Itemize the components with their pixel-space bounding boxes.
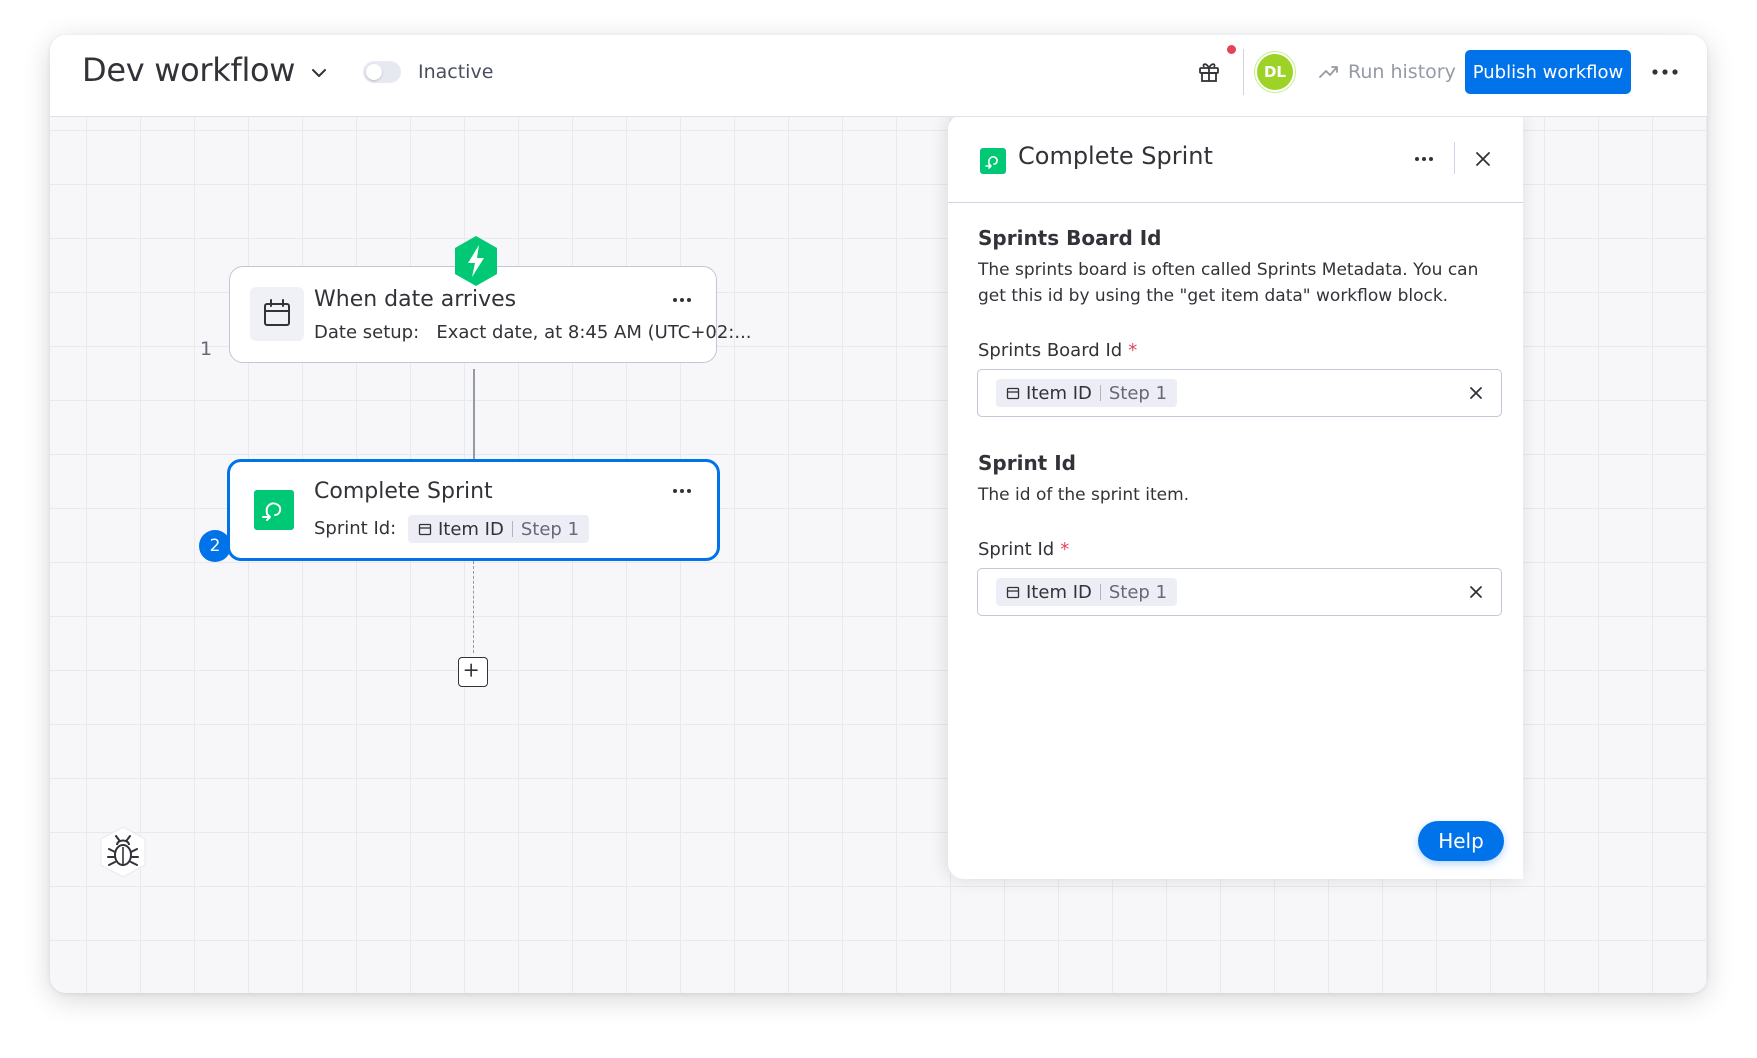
sprint-icon-box bbox=[980, 148, 1006, 174]
notification-dot bbox=[1227, 45, 1236, 54]
step-connector bbox=[473, 369, 475, 459]
step-number: 1 bbox=[200, 338, 213, 360]
field-label-text: Sprint Id bbox=[978, 539, 1055, 560]
header-divider bbox=[1243, 49, 1244, 95]
plus-icon bbox=[464, 663, 478, 677]
section-title: Sprints Board Id bbox=[978, 226, 1162, 250]
workflow-window: Dev workflow Inactive DL Run history Pub… bbox=[50, 35, 1707, 993]
close-icon[interactable] bbox=[1467, 583, 1485, 601]
section-description: The id of the sprint item. bbox=[978, 485, 1190, 505]
workflow-title[interactable]: Dev workflow bbox=[82, 51, 295, 89]
date-setup-value: Exact date, at 8:45 AM (UTC+02:... bbox=[436, 322, 752, 343]
calendar-icon bbox=[264, 299, 290, 326]
sprint-icon bbox=[262, 502, 282, 521]
close-icon[interactable] bbox=[1467, 384, 1485, 402]
date-setup-label: Date setup: bbox=[314, 322, 420, 343]
chip-divider bbox=[1099, 584, 1101, 600]
calendar-icon-box bbox=[250, 287, 304, 341]
trend-icon bbox=[1319, 66, 1338, 78]
more-icon[interactable] bbox=[668, 482, 696, 500]
sprint-id-field[interactable]: Item ID Step 1 bbox=[977, 568, 1502, 616]
field-label: Sprint Id * bbox=[978, 539, 1069, 560]
more-icon[interactable] bbox=[1411, 150, 1437, 168]
calendar-icon bbox=[1006, 387, 1020, 400]
toggle-knob bbox=[366, 64, 382, 80]
chip-divider bbox=[1099, 385, 1101, 401]
section-description: The sprints board is often called Sprint… bbox=[978, 260, 1479, 306]
panel-divider bbox=[1454, 142, 1455, 174]
add-step-button[interactable] bbox=[458, 657, 488, 687]
sprint-icon-box bbox=[254, 490, 294, 530]
item-id-chip[interactable]: Item ID Step 1 bbox=[407, 515, 590, 543]
sprint-card-detail: Sprint Id: Item ID Step 1 bbox=[314, 515, 590, 543]
more-icon[interactable] bbox=[668, 291, 696, 309]
sprints-board-id-field[interactable]: Item ID Step 1 bbox=[977, 369, 1502, 417]
close-icon[interactable] bbox=[1472, 148, 1494, 170]
chip-label: Item ID bbox=[437, 518, 504, 540]
panel-title: Complete Sprint bbox=[1018, 142, 1213, 170]
help-button[interactable]: Help bbox=[1418, 821, 1504, 861]
chip-label: Item ID bbox=[1026, 581, 1092, 603]
bug-icon[interactable] bbox=[97, 825, 149, 879]
gift-icon[interactable] bbox=[1196, 59, 1222, 85]
item-id-chip[interactable]: Item ID Step 1 bbox=[996, 379, 1178, 407]
item-id-chip[interactable]: Item ID Step 1 bbox=[996, 578, 1178, 606]
required-mark: * bbox=[1060, 539, 1070, 560]
chip-divider bbox=[511, 521, 513, 537]
step-settings-panel: Complete Sprint Sprints Board Id The spr… bbox=[948, 114, 1523, 879]
calendar-icon bbox=[418, 523, 432, 536]
avatar[interactable]: DL bbox=[1257, 54, 1293, 90]
top-header: Dev workflow Inactive DL Run history Pub… bbox=[50, 35, 1707, 117]
sprint-icon bbox=[985, 156, 998, 169]
add-step-connector bbox=[473, 561, 474, 653]
calendar-icon bbox=[1006, 586, 1020, 599]
trigger-title: When date arrives bbox=[314, 287, 517, 312]
complete-sprint-card[interactable]: Complete Sprint Sprint Id: Item ID Step … bbox=[227, 459, 720, 561]
field-label: Sprints Board Id * bbox=[978, 340, 1137, 361]
active-toggle[interactable] bbox=[363, 61, 401, 83]
chip-step: Step 1 bbox=[1108, 382, 1168, 404]
trigger-detail: Date setup: Exact date, at 8:45 AM (UTC+… bbox=[314, 322, 752, 343]
publish-workflow-button[interactable]: Publish workflow bbox=[1465, 50, 1631, 94]
run-history-label: Run history bbox=[1348, 61, 1456, 83]
chevron-down-icon[interactable] bbox=[308, 62, 330, 84]
chip-step: Step 1 bbox=[520, 518, 580, 540]
chip-step: Step 1 bbox=[1108, 581, 1168, 603]
status-label: Inactive bbox=[418, 61, 494, 83]
run-history-button[interactable]: Run history bbox=[1318, 57, 1456, 87]
sprint-id-label: Sprint Id: bbox=[314, 518, 397, 539]
chip-label: Item ID bbox=[1026, 382, 1092, 404]
more-icon[interactable] bbox=[1648, 59, 1682, 85]
required-mark: * bbox=[1128, 340, 1138, 361]
section-title: Sprint Id bbox=[978, 451, 1076, 475]
panel-header: Complete Sprint bbox=[948, 114, 1523, 203]
field-label-text: Sprints Board Id bbox=[978, 340, 1123, 361]
sprint-card-title: Complete Sprint bbox=[314, 479, 493, 504]
lightning-icon bbox=[455, 236, 497, 286]
